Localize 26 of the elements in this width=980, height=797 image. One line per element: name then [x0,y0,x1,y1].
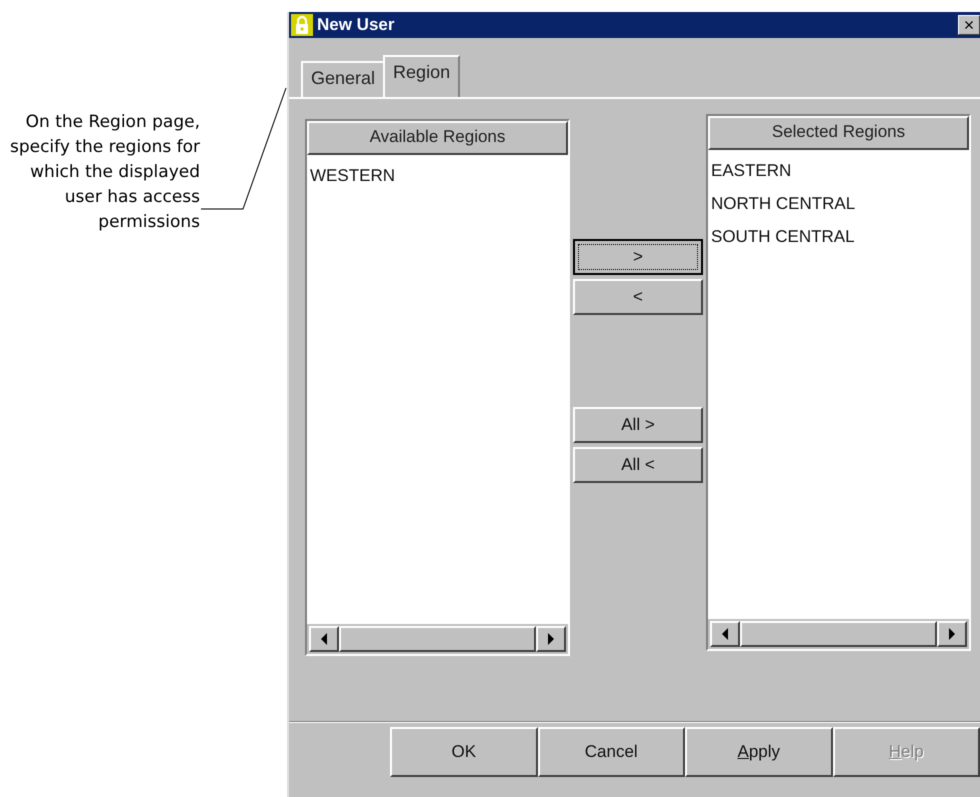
dialog-button[interactable]: Cancel [538,727,685,777]
scrollbar-thumb[interactable] [740,621,937,647]
list-item[interactable]: WESTERN [310,159,565,192]
list-item[interactable]: NORTH CENTRAL [711,187,966,220]
left-arrow-icon [721,628,729,640]
annotation-text: On the Region page, specify the regions for which the displayed user has access permissions [8,111,200,234]
right-arrow-icon [948,628,956,640]
close-button[interactable]: × [958,15,980,35]
window-title: New User [317,14,394,36]
horizontal-scrollbar[interactable] [708,619,969,649]
move-button[interactable]: All < [573,447,703,483]
left-arrow-icon [320,633,328,645]
horizontal-scrollbar[interactable] [307,624,568,654]
move-button[interactable]: < [573,279,703,315]
column-header: Available Regions [307,121,568,155]
dialog-button[interactable]: OK [390,727,538,777]
list-item[interactable]: EASTERN [711,154,966,187]
scrollbar-thumb[interactable] [339,626,536,652]
move-button[interactable]: > [573,239,703,275]
column-header: Selected Regions [708,116,969,150]
list-item[interactable]: SOUTH CENTRAL [711,220,966,253]
tab[interactable]: Region [383,55,460,97]
move-button[interactable]: All > [573,407,703,443]
dialog-button[interactable]: Apply [685,727,832,777]
tab[interactable]: General [301,61,386,97]
right-arrow-icon [547,633,555,645]
